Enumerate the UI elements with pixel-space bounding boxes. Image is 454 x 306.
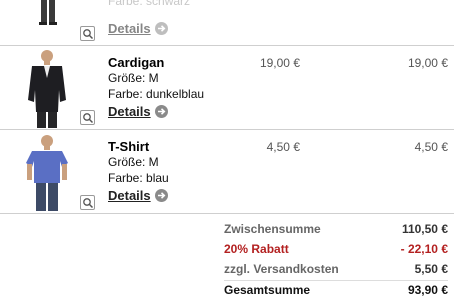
subtotal-label: Zwischensumme [224,222,321,236]
unit-price: 4,50 € [266,140,300,154]
item-color-partial: Farbe: schwarz [108,0,191,8]
divider [0,213,454,214]
shipping-label: zzgl. Versandkosten [224,262,339,276]
arrow-right-icon[interactable] [154,22,168,35]
zoom-icon[interactable] [80,195,95,210]
item-size: Größe: M [108,155,159,169]
zoom-icon[interactable] [80,110,95,125]
details-label[interactable]: Details [108,188,151,203]
shipping-value: 5,50 € [414,262,448,276]
discount-label: 20% Rabatt [224,242,289,256]
details-link[interactable]: Details [108,103,168,121]
grand-total-label: Gesamtsumme [224,283,311,297]
item-color: Farbe: dunkelblau [108,87,205,101]
divider [0,45,454,46]
arrow-right-icon[interactable] [154,105,168,118]
discount-value: - 22,10 € [400,242,448,256]
arrow-right-icon[interactable] [154,189,168,202]
item-size: Größe: M [108,71,159,85]
summary-divider [224,280,448,281]
zoom-icon[interactable] [80,26,95,41]
details-label[interactable]: Details [108,21,151,36]
cardigan-image[interactable] [22,48,72,128]
line-total: 19,00 € [407,56,448,70]
tshirt-image[interactable] [22,133,72,213]
grand-total-value: 93,90 € [407,283,448,297]
divider [0,129,454,130]
unit-price: 19,00 € [259,56,300,70]
item-color: Farbe: blau [108,171,169,185]
item-name: T-Shirt [108,139,150,154]
details-label[interactable]: Details [108,104,151,119]
details-link[interactable]: Details [108,20,168,38]
trousers-image[interactable] [38,0,58,26]
subtotal-value: 110,50 € [401,222,448,236]
item-name: Cardigan [108,55,165,70]
line-total: 4,50 € [414,140,448,154]
details-link[interactable]: Details [108,187,168,205]
